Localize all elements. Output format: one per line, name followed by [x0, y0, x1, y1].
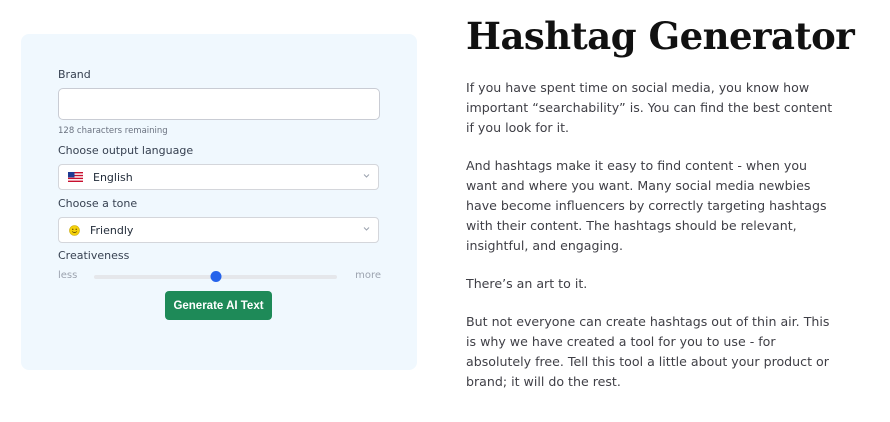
tone-value: Friendly: [90, 223, 134, 237]
tone-label: Choose a tone: [58, 197, 138, 210]
generator-form-panel: Brand 128 characters remaining Choose ou…: [21, 34, 417, 370]
brand-label: Brand: [58, 68, 91, 81]
slider-thumb[interactable]: [210, 271, 221, 282]
creativeness-label: Creativeness: [58, 249, 130, 262]
slider-less-label: less: [58, 270, 78, 281]
chevron-down-icon: [363, 227, 370, 231]
generate-ai-text-button[interactable]: Generate AI Text: [165, 291, 272, 320]
language-value: English: [93, 170, 133, 184]
art-paragraph: There’s an art to it.: [466, 276, 588, 291]
brand-char-counter: 128 characters remaining: [58, 126, 168, 136]
slider-more-label: more: [355, 270, 381, 281]
hashtags-paragraph: And hashtags make it easy to find conten…: [466, 158, 827, 253]
brand-input[interactable]: [58, 88, 380, 120]
creativeness-slider-row: less more: [58, 270, 381, 284]
language-select[interactable]: English: [58, 164, 379, 190]
creativeness-slider[interactable]: [94, 271, 337, 282]
page-title: Hashtag Generator: [466, 14, 855, 58]
language-label: Choose output language: [58, 144, 194, 157]
intro-paragraph: If you have spent time on social media, …: [466, 80, 833, 135]
us-flag-icon: [68, 172, 83, 182]
chevron-down-icon: [363, 174, 370, 178]
free-tool-paragraph: But not everyone can create hashtags out…: [466, 314, 830, 389]
tone-select[interactable]: Friendly: [58, 217, 379, 243]
smiley-icon: [69, 224, 80, 236]
